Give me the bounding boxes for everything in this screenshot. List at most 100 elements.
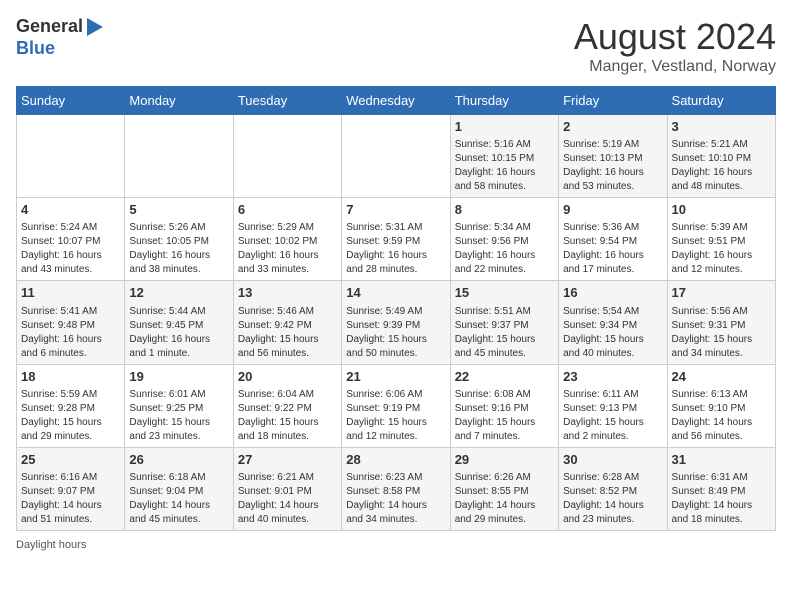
- day-number: 12: [129, 284, 228, 302]
- calendar-week-row: 11 Sunrise: 5:41 AM Sunset: 9:48 PM Dayli…: [17, 281, 776, 364]
- calendar-cell: 5Sunrise: 5:26 AM Sunset: 10:05 PM Dayli…: [125, 198, 233, 281]
- day-number: 10: [672, 201, 771, 219]
- day-info: Sunrise: 5:19 AM Sunset: 10:13 PM Daylig…: [563, 138, 662, 194]
- day-number: 28: [346, 451, 445, 469]
- day-info: Sunrise: 6:11 AM Sunset: 9:13 PM Dayligh…: [563, 388, 662, 444]
- calendar-cell: 22Sunrise: 6:08 AM Sunset: 9:16 PM Dayli…: [450, 364, 558, 447]
- calendar-cell: 6 Sunrise: 5:29 AM Sunset: 10:02 PM Dayli…: [233, 198, 341, 281]
- calendar-cell: 13 Sunrise: 5:46 AM Sunset: 9:42 PM Dayli…: [233, 281, 341, 364]
- daylight-legend: Daylight hours: [16, 539, 86, 551]
- logo-blue: Blue: [16, 38, 55, 58]
- day-info: Sunrise: 5:29 AM Sunset: 10:02 PM Daylig…: [238, 221, 337, 277]
- calendar-cell: 10 Sunrise: 5:39 AM Sunset: 9:51 PM Dayli…: [667, 198, 775, 281]
- calendar-cell: 8 Sunrise: 5:34 AM Sunset: 9:56 PM Daylig…: [450, 198, 558, 281]
- day-number: 27: [238, 451, 337, 469]
- header-monday: Monday: [125, 87, 233, 115]
- calendar-week-row: 4Sunrise: 5:24 AM Sunset: 10:07 PM Dayli…: [17, 198, 776, 281]
- day-info: Sunrise: 6:18 AM Sunset: 9:04 PM Dayligh…: [129, 471, 228, 527]
- calendar-cell: 18Sunrise: 5:59 AM Sunset: 9:28 PM Dayli…: [17, 364, 125, 447]
- day-number: 7: [346, 201, 445, 219]
- day-info: Sunrise: 5:39 AM Sunset: 9:51 PM Dayligh…: [672, 221, 771, 277]
- calendar-cell: 27 Sunrise: 6:21 AM Sunset: 9:01 PM Dayli…: [233, 447, 341, 530]
- header-thursday: Thursday: [450, 87, 558, 115]
- day-number: 20: [238, 368, 337, 386]
- day-info: Sunrise: 5:54 AM Sunset: 9:34 PM Dayligh…: [563, 305, 662, 361]
- calendar-cell: 17 Sunrise: 5:56 AM Sunset: 9:31 PM Dayli…: [667, 281, 775, 364]
- calendar-cell: 25Sunrise: 6:16 AM Sunset: 9:07 PM Dayli…: [17, 447, 125, 530]
- calendar-cell: 20 Sunrise: 6:04 AM Sunset: 9:22 PM Dayli…: [233, 364, 341, 447]
- day-number: 15: [455, 284, 554, 302]
- calendar-cell: [233, 115, 341, 198]
- day-info: Sunrise: 5:34 AM Sunset: 9:56 PM Dayligh…: [455, 221, 554, 277]
- day-number: 19: [129, 368, 228, 386]
- page-title: August 2024: [574, 16, 776, 58]
- day-info: Sunrise: 5:59 AM Sunset: 9:28 PM Dayligh…: [21, 388, 120, 444]
- day-number: 24: [672, 368, 771, 386]
- header-friday: Friday: [559, 87, 667, 115]
- calendar-cell: [17, 115, 125, 198]
- calendar-cell: 3 Sunrise: 5:21 AM Sunset: 10:10 PM Dayli…: [667, 115, 775, 198]
- day-info: Sunrise: 6:04 AM Sunset: 9:22 PM Dayligh…: [238, 388, 337, 444]
- day-info: Sunrise: 5:56 AM Sunset: 9:31 PM Dayligh…: [672, 305, 771, 361]
- day-info: Sunrise: 6:01 AM Sunset: 9:25 PM Dayligh…: [129, 388, 228, 444]
- day-info: Sunrise: 6:26 AM Sunset: 8:55 PM Dayligh…: [455, 471, 554, 527]
- day-info: Sunrise: 5:21 AM Sunset: 10:10 PM Daylig…: [672, 138, 771, 194]
- calendar-cell: 14Sunrise: 5:49 AM Sunset: 9:39 PM Dayli…: [342, 281, 450, 364]
- calendar-cell: 16 Sunrise: 5:54 AM Sunset: 9:34 PM Dayli…: [559, 281, 667, 364]
- day-info: Sunrise: 5:16 AM Sunset: 10:15 PM Daylig…: [455, 138, 554, 194]
- calendar-week-row: 1Sunrise: 5:16 AM Sunset: 10:15 PM Dayli…: [17, 115, 776, 198]
- day-number: 5: [129, 201, 228, 219]
- day-info: Sunrise: 6:08 AM Sunset: 9:16 PM Dayligh…: [455, 388, 554, 444]
- day-info: Sunrise: 6:31 AM Sunset: 8:49 PM Dayligh…: [672, 471, 771, 527]
- day-info: Sunrise: 5:24 AM Sunset: 10:07 PM Daylig…: [21, 221, 120, 277]
- day-number: 11: [21, 284, 120, 302]
- calendar-cell: 29 Sunrise: 6:26 AM Sunset: 8:55 PM Dayli…: [450, 447, 558, 530]
- day-number: 9: [563, 201, 662, 219]
- title-section: August 2024 Manger, Vestland, Norway: [574, 16, 776, 76]
- day-info: Sunrise: 5:44 AM Sunset: 9:45 PM Dayligh…: [129, 305, 228, 361]
- calendar-cell: 21Sunrise: 6:06 AM Sunset: 9:19 PM Dayli…: [342, 364, 450, 447]
- calendar-cell: 2 Sunrise: 5:19 AM Sunset: 10:13 PM Dayli…: [559, 115, 667, 198]
- header-saturday: Saturday: [667, 87, 775, 115]
- day-number: 30: [563, 451, 662, 469]
- calendar-cell: 7Sunrise: 5:31 AM Sunset: 9:59 PM Daylig…: [342, 198, 450, 281]
- logo-arrow-icon: [83, 16, 105, 38]
- day-info: Sunrise: 5:41 AM Sunset: 9:48 PM Dayligh…: [21, 305, 120, 361]
- header-sunday: Sunday: [17, 87, 125, 115]
- day-number: 29: [455, 451, 554, 469]
- legend: Daylight hours: [16, 539, 776, 551]
- calendar-header-row: SundayMondayTuesdayWednesdayThursdayFrid…: [17, 87, 776, 115]
- day-info: Sunrise: 6:21 AM Sunset: 9:01 PM Dayligh…: [238, 471, 337, 527]
- calendar-cell: 12 Sunrise: 5:44 AM Sunset: 9:45 PM Dayli…: [125, 281, 233, 364]
- day-number: 13: [238, 284, 337, 302]
- calendar-cell: [342, 115, 450, 198]
- day-info: Sunrise: 6:28 AM Sunset: 8:52 PM Dayligh…: [563, 471, 662, 527]
- day-number: 31: [672, 451, 771, 469]
- logo-general: General: [16, 16, 83, 38]
- calendar-cell: 26 Sunrise: 6:18 AM Sunset: 9:04 PM Dayli…: [125, 447, 233, 530]
- day-number: 16: [563, 284, 662, 302]
- calendar-cell: 23 Sunrise: 6:11 AM Sunset: 9:13 PM Dayli…: [559, 364, 667, 447]
- day-number: 8: [455, 201, 554, 219]
- calendar-cell: 9 Sunrise: 5:36 AM Sunset: 9:54 PM Daylig…: [559, 198, 667, 281]
- day-number: 2: [563, 118, 662, 136]
- day-number: 23: [563, 368, 662, 386]
- calendar-table: SundayMondayTuesdayWednesdayThursdayFrid…: [16, 86, 776, 531]
- day-info: Sunrise: 5:36 AM Sunset: 9:54 PM Dayligh…: [563, 221, 662, 277]
- day-info: Sunrise: 6:23 AM Sunset: 8:58 PM Dayligh…: [346, 471, 445, 527]
- day-info: Sunrise: 5:46 AM Sunset: 9:42 PM Dayligh…: [238, 305, 337, 361]
- calendar-cell: 1Sunrise: 5:16 AM Sunset: 10:15 PM Dayli…: [450, 115, 558, 198]
- calendar-cell: 28 Sunrise: 6:23 AM Sunset: 8:58 PM Dayli…: [342, 447, 450, 530]
- calendar-cell: 30 Sunrise: 6:28 AM Sunset: 8:52 PM Dayli…: [559, 447, 667, 530]
- calendar-cell: 31 Sunrise: 6:31 AM Sunset: 8:49 PM Dayli…: [667, 447, 775, 530]
- day-number: 3: [672, 118, 771, 136]
- header-wednesday: Wednesday: [342, 87, 450, 115]
- calendar-week-row: 18Sunrise: 5:59 AM Sunset: 9:28 PM Dayli…: [17, 364, 776, 447]
- day-info: Sunrise: 5:49 AM Sunset: 9:39 PM Dayligh…: [346, 305, 445, 361]
- day-number: 17: [672, 284, 771, 302]
- day-number: 26: [129, 451, 228, 469]
- calendar-cell: 4Sunrise: 5:24 AM Sunset: 10:07 PM Dayli…: [17, 198, 125, 281]
- day-info: Sunrise: 6:16 AM Sunset: 9:07 PM Dayligh…: [21, 471, 120, 527]
- day-number: 6: [238, 201, 337, 219]
- header-tuesday: Tuesday: [233, 87, 341, 115]
